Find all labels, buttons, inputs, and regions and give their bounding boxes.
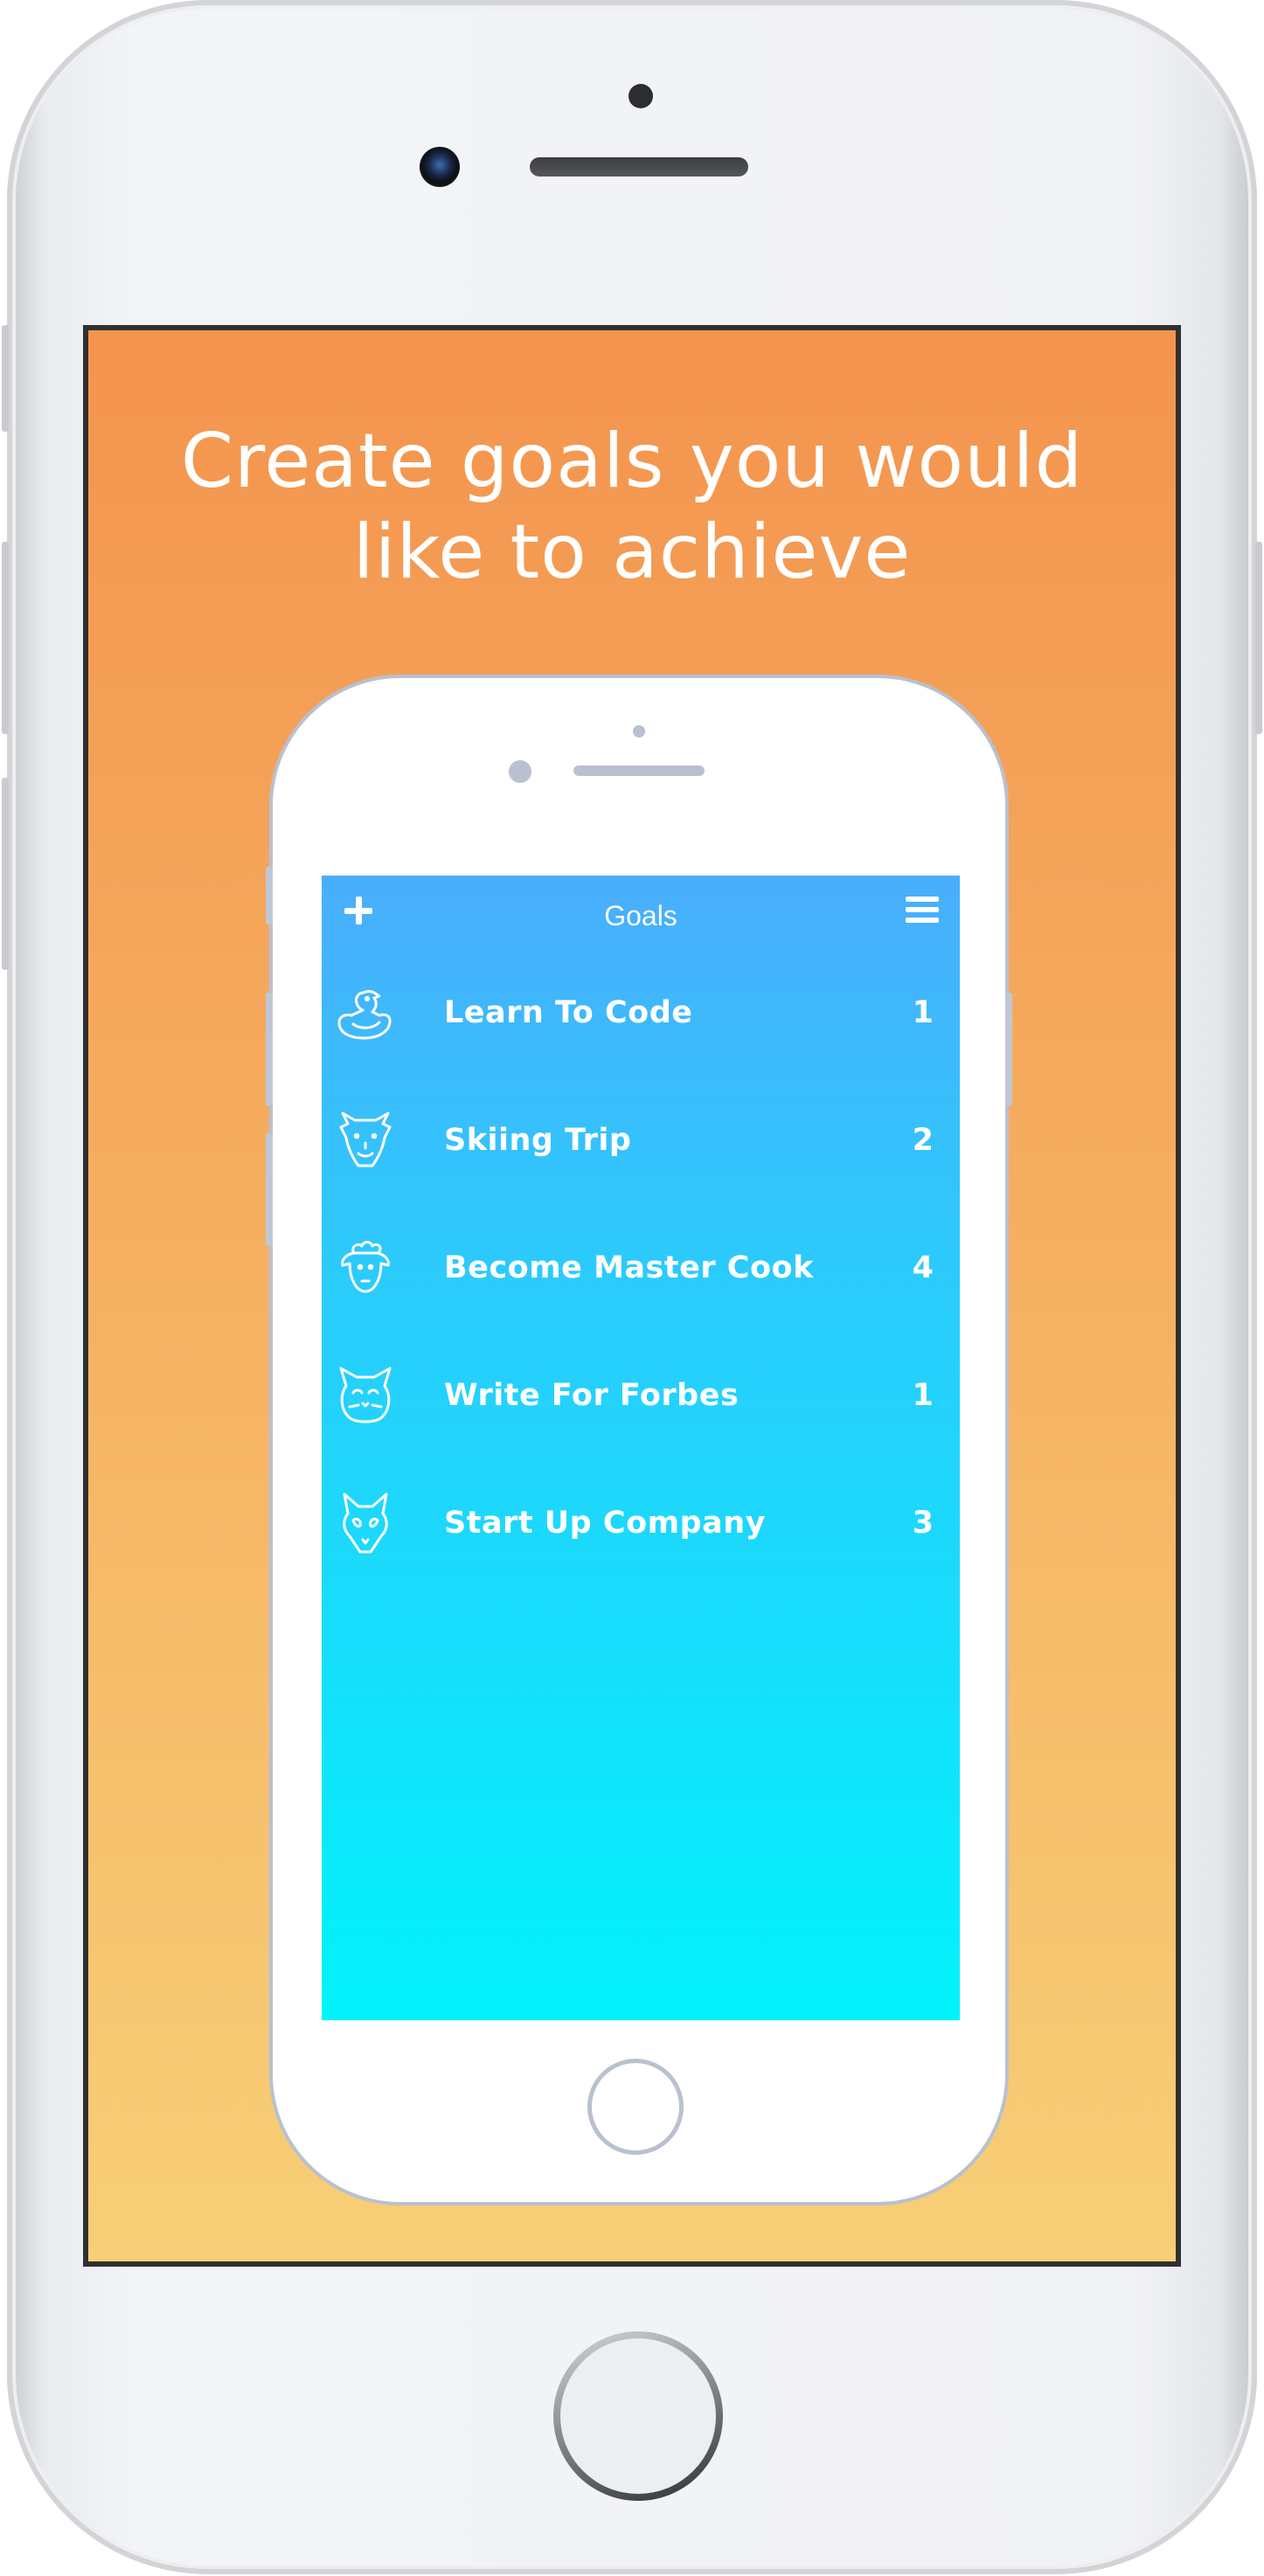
goal-row-skiing-trip[interactable]: Skiing Trip 2 bbox=[322, 1077, 960, 1204]
illustrated-camera bbox=[509, 760, 531, 783]
goal-count: 1 bbox=[912, 995, 934, 1030]
goal-count: 1 bbox=[912, 1378, 934, 1413]
duck-icon bbox=[334, 980, 397, 1045]
marketing-screen: Create goals you would like to achieve G… bbox=[83, 325, 1181, 2267]
goal-count: 3 bbox=[912, 1506, 934, 1541]
goal-row-become-master-cook[interactable]: Become Master Cook 4 bbox=[322, 1204, 960, 1332]
goal-row-write-for-forbes[interactable]: Write For Forbes 1 bbox=[322, 1332, 960, 1459]
goal-count: 4 bbox=[912, 1250, 934, 1285]
illustrated-sensor bbox=[633, 725, 645, 737]
headline: Create goals you would like to achieve bbox=[180, 418, 1084, 596]
goal-name: Skiing Trip bbox=[444, 1123, 632, 1158]
front-camera bbox=[420, 147, 460, 187]
goal-count: 2 bbox=[912, 1123, 934, 1158]
goal-name: Start Up Company bbox=[444, 1506, 766, 1541]
goal-row-start-up-company[interactable]: Start Up Company 3 bbox=[322, 1459, 960, 1587]
mute-switch bbox=[2, 325, 9, 432]
fox-icon bbox=[334, 1491, 397, 1555]
goals-app-screen: Goals Learn To Code 1 Skiing Trip 2 Beco… bbox=[322, 876, 960, 2020]
illustrated-home-button[interactable] bbox=[587, 2059, 684, 2155]
goal-row-learn-to-code[interactable]: Learn To Code 1 bbox=[322, 949, 960, 1077]
cat-icon bbox=[334, 1363, 397, 1428]
goal-name: Become Master Cook bbox=[444, 1250, 814, 1285]
page-title: Goals bbox=[604, 900, 677, 931]
illustrated-volume-up-button bbox=[266, 993, 273, 1106]
illustrated-power-button bbox=[1005, 993, 1012, 1106]
volume-down-button bbox=[2, 778, 9, 970]
power-button bbox=[1255, 542, 1262, 734]
app-header: Goals bbox=[322, 876, 960, 949]
sheep-icon bbox=[334, 1236, 397, 1300]
hamburger-menu-icon[interactable] bbox=[906, 897, 939, 924]
goal-name: Learn To Code bbox=[444, 995, 693, 1030]
goal-name: Write For Forbes bbox=[444, 1378, 740, 1413]
volume-up-button bbox=[2, 542, 9, 734]
home-button[interactable] bbox=[553, 2331, 723, 2501]
illustrated-speaker bbox=[573, 765, 705, 776]
illustrated-volume-down-button bbox=[266, 1132, 273, 1246]
illustrated-phone: Goals Learn To Code 1 Skiing Trip 2 Beco… bbox=[266, 675, 1012, 2206]
earpiece-speaker bbox=[530, 157, 748, 177]
camel-icon bbox=[334, 1108, 397, 1173]
proximity-sensor bbox=[629, 84, 653, 108]
illustrated-mute-switch bbox=[266, 867, 273, 924]
